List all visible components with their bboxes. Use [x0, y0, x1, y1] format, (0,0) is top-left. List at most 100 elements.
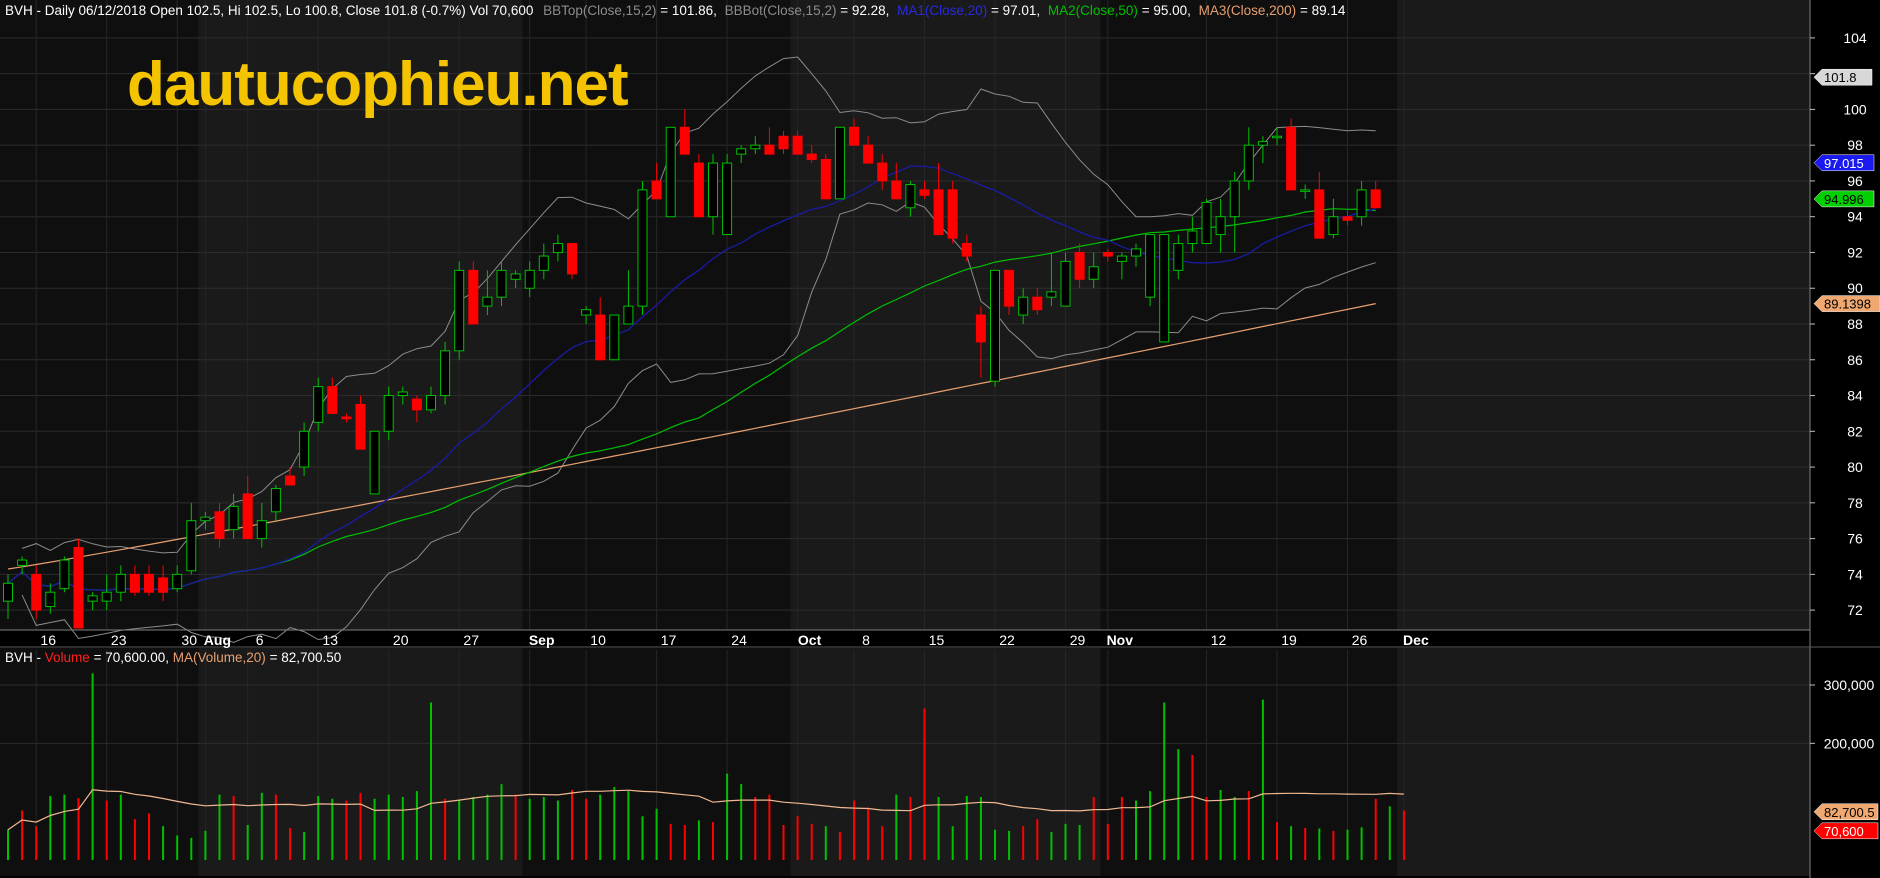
candle-body — [919, 189, 930, 196]
candle-body — [637, 189, 648, 307]
candle-body — [1018, 296, 1029, 316]
candle-body — [538, 255, 549, 271]
candle-body — [820, 158, 831, 200]
candle-body — [256, 520, 267, 540]
volume-badge: 70,600 — [1813, 822, 1879, 840]
date-tick-label: 13 — [322, 632, 338, 648]
candle-body — [1131, 248, 1141, 257]
date-tick-label: 8 — [862, 632, 870, 648]
month-band-price — [1396, 0, 1810, 630]
candle-body — [397, 391, 408, 397]
price-tick-label: 72 — [1847, 602, 1863, 618]
bbbot-value: = 92.28, — [840, 3, 889, 18]
candle-body — [242, 493, 253, 540]
ma1-badge-text: 97.015 — [1824, 156, 1864, 171]
date-tick-label: Dec — [1403, 632, 1429, 648]
candle-body — [806, 153, 817, 160]
date-tick-label: 30 — [181, 632, 197, 648]
candle-body — [411, 398, 422, 411]
volume-tick-label: 300,000 — [1824, 677, 1875, 693]
ma2-label: MA2(Close,50) — [1048, 3, 1138, 18]
volume-value: = 70,600.00, — [94, 650, 173, 665]
price-tick-label: 94 — [1847, 209, 1863, 225]
ma3-label: MA3(Close,200) — [1199, 3, 1297, 18]
candle-body — [383, 395, 394, 432]
candle-body — [947, 189, 958, 239]
ma1-label: MA1(Close,20) — [897, 3, 987, 18]
candle-body — [722, 162, 733, 236]
candle-body — [440, 350, 451, 397]
price-header: BVH - Daily 06/12/2018 Open 102.5, Hi 10… — [5, 3, 1346, 18]
date-tick-label: 19 — [1281, 632, 1297, 648]
candle-body — [510, 273, 521, 280]
month-band-volume — [790, 648, 1101, 876]
date-tick-label: Aug — [204, 632, 231, 648]
candle-body — [581, 309, 592, 316]
candle-body — [31, 573, 42, 611]
bbtop-value: = 101.86, — [660, 3, 717, 18]
price-tick-label: 76 — [1847, 531, 1863, 547]
price-tick-label: 82 — [1847, 423, 1863, 439]
ma3-value: = 89.14 — [1300, 3, 1346, 18]
bbbot-label: BBBot(Close,15,2) — [725, 3, 837, 18]
candle-body — [496, 269, 507, 298]
candle-body — [454, 269, 465, 352]
candle-body — [623, 305, 634, 325]
candle-body — [1032, 296, 1043, 311]
candle-body — [101, 591, 112, 602]
price-tick-label: 92 — [1847, 244, 1863, 260]
candle-body — [736, 148, 747, 155]
candle-body — [552, 243, 563, 253]
month-band-volume — [1396, 648, 1810, 876]
candle-body — [1102, 251, 1113, 257]
candle-body — [115, 573, 126, 593]
candle-body — [1004, 269, 1015, 307]
date-tick-label: 6 — [256, 632, 264, 648]
volume-tick-label: 200,000 — [1824, 735, 1875, 751]
date-tick-label: 24 — [731, 632, 747, 648]
candle-body — [87, 595, 98, 602]
month-band-price — [1100, 0, 1397, 630]
candle-body — [228, 505, 239, 531]
candle-body — [270, 488, 281, 513]
candle-body — [355, 403, 366, 450]
candle-body — [172, 573, 183, 590]
volume-ma-value: = 82,700.50 — [270, 650, 342, 665]
candle-body — [1229, 180, 1240, 218]
candle-body — [708, 162, 718, 218]
date-tick-label: 23 — [111, 632, 127, 648]
candle-body — [3, 582, 13, 602]
date-tick-label: 20 — [393, 632, 409, 648]
candle-body — [524, 269, 535, 289]
candle-body — [1159, 234, 1170, 343]
candle-body — [129, 573, 140, 593]
candle-body — [933, 189, 944, 236]
watermark-text: dautucophieu.net — [127, 50, 628, 119]
candle-body — [905, 184, 916, 209]
price-tick-label: 100 — [1843, 101, 1867, 117]
volume-header-prefix: BVH - — [5, 650, 45, 665]
candle-body — [1286, 126, 1297, 191]
candle-body — [1342, 216, 1353, 221]
candle-body — [651, 180, 662, 200]
candle-body — [17, 559, 28, 566]
last-price-badge: 101.8 — [1813, 68, 1873, 86]
month-band-price — [790, 0, 1101, 630]
volume-ma-badge-text: 82,700.5 — [1824, 805, 1875, 820]
date-tick-label: 15 — [929, 632, 945, 648]
month-band-volume — [0, 648, 199, 876]
ma2-badge-text: 94.996 — [1824, 192, 1864, 207]
candle-body — [369, 430, 380, 495]
candle-body — [750, 144, 761, 150]
ma3-badge: 89.1398 — [1813, 295, 1880, 312]
ma1-badge: 97.015 — [1813, 154, 1875, 172]
price-tick-label: 98 — [1847, 137, 1863, 153]
candle-body — [45, 591, 56, 608]
ma2-badge: 94.996 — [1813, 190, 1875, 208]
candle-body — [341, 416, 352, 420]
date-tick-label: Oct — [798, 632, 822, 648]
volume-label: Volume — [45, 650, 90, 665]
candle-body — [327, 386, 338, 414]
candle-body — [1272, 135, 1282, 139]
candle-body — [877, 162, 888, 182]
